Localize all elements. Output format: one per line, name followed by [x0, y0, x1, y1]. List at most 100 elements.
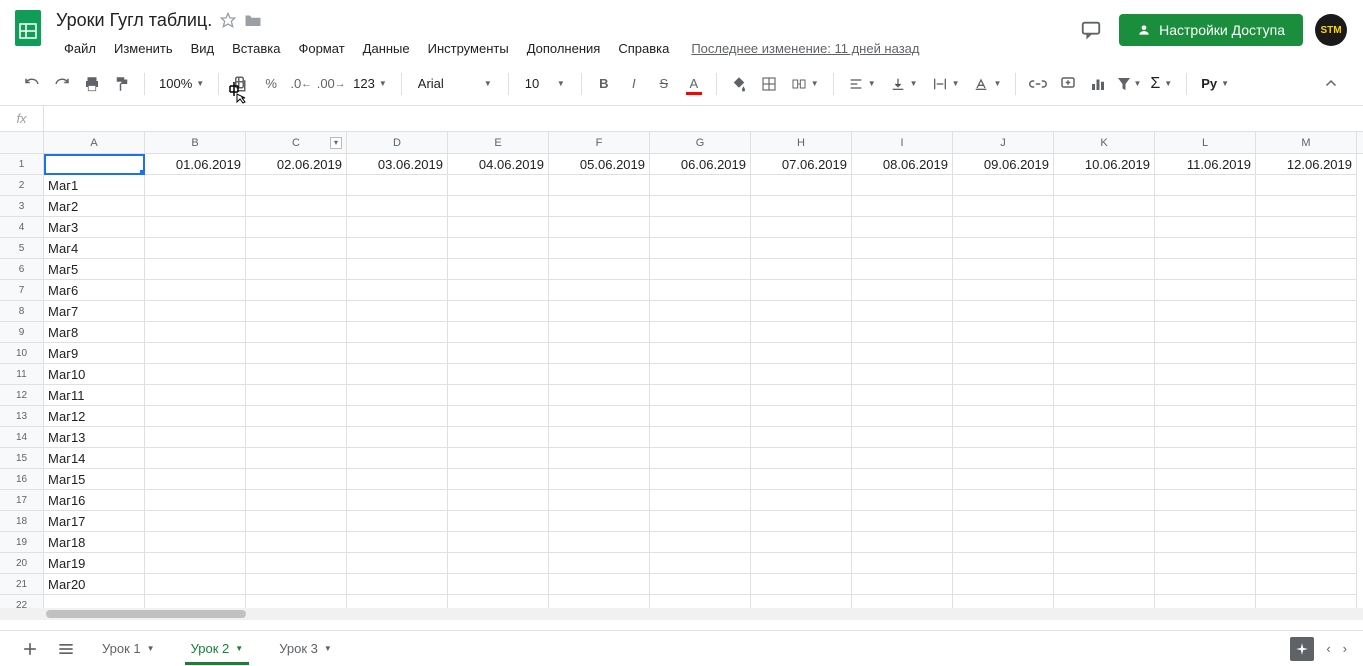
sheet-tab-2[interactable]: Урок 2▼ — [177, 633, 258, 664]
cell[interactable] — [1155, 322, 1256, 343]
cell[interactable] — [1054, 343, 1155, 364]
cell[interactable] — [448, 427, 549, 448]
cell[interactable] — [448, 280, 549, 301]
cell[interactable] — [953, 259, 1054, 280]
cell[interactable] — [1054, 238, 1155, 259]
cell[interactable] — [1155, 427, 1256, 448]
cell[interactable] — [953, 280, 1054, 301]
cell[interactable] — [852, 553, 953, 574]
cell[interactable] — [549, 364, 650, 385]
cell[interactable] — [751, 469, 852, 490]
cell[interactable] — [246, 595, 347, 608]
cell[interactable] — [347, 259, 448, 280]
cell[interactable] — [751, 322, 852, 343]
cell[interactable] — [1256, 385, 1357, 406]
cell[interactable] — [1054, 511, 1155, 532]
cell[interactable]: Маг13 — [44, 427, 145, 448]
cell[interactable]: Маг14 — [44, 448, 145, 469]
cell[interactable] — [650, 595, 751, 608]
cell[interactable] — [1155, 301, 1256, 322]
cell[interactable] — [246, 511, 347, 532]
cell[interactable] — [751, 406, 852, 427]
cell[interactable] — [44, 154, 145, 175]
cell[interactable] — [246, 490, 347, 511]
cell[interactable] — [1155, 196, 1256, 217]
cell[interactable] — [953, 595, 1054, 608]
cell[interactable] — [650, 175, 751, 196]
cell[interactable]: 12.06.2019 — [1256, 154, 1357, 175]
align-h-button[interactable]: ▼ — [842, 76, 882, 92]
share-button[interactable]: Настройки Доступа — [1119, 14, 1303, 46]
cell[interactable] — [448, 175, 549, 196]
row-header[interactable]: 15 — [0, 448, 44, 469]
cell[interactable] — [448, 553, 549, 574]
cell[interactable] — [448, 469, 549, 490]
cell[interactable] — [751, 217, 852, 238]
cell[interactable]: Маг9 — [44, 343, 145, 364]
cell[interactable] — [751, 238, 852, 259]
cell[interactable] — [145, 175, 246, 196]
currency-button[interactable] — [227, 70, 255, 98]
cell[interactable] — [448, 343, 549, 364]
cell[interactable] — [1256, 595, 1357, 608]
cell[interactable] — [1054, 427, 1155, 448]
sheets-logo[interactable] — [8, 8, 48, 48]
cell[interactable] — [1155, 511, 1256, 532]
cell[interactable] — [852, 532, 953, 553]
cell[interactable] — [549, 553, 650, 574]
merge-cells-button[interactable]: ▼ — [785, 76, 825, 92]
col-header-H[interactable]: H — [751, 132, 852, 153]
menu-file[interactable]: Файл — [56, 37, 104, 60]
cell[interactable] — [1054, 406, 1155, 427]
cell[interactable] — [448, 574, 549, 595]
cell[interactable]: 06.06.2019 — [650, 154, 751, 175]
row-header[interactable]: 11 — [0, 364, 44, 385]
col-header-G[interactable]: G — [650, 132, 751, 153]
cell[interactable] — [347, 280, 448, 301]
cell[interactable]: Маг15 — [44, 469, 145, 490]
cell[interactable] — [448, 385, 549, 406]
horizontal-scrollbar[interactable] — [0, 608, 1363, 620]
cell[interactable] — [852, 469, 953, 490]
cell[interactable] — [145, 532, 246, 553]
cell[interactable]: Маг5 — [44, 259, 145, 280]
cell[interactable] — [246, 406, 347, 427]
cell[interactable] — [145, 385, 246, 406]
italic-button[interactable]: I — [620, 70, 648, 98]
cell[interactable] — [650, 469, 751, 490]
cell[interactable] — [852, 322, 953, 343]
cell[interactable] — [246, 238, 347, 259]
cell[interactable] — [549, 238, 650, 259]
borders-button[interactable] — [755, 70, 783, 98]
cell[interactable] — [852, 175, 953, 196]
cell[interactable] — [549, 175, 650, 196]
cell[interactable] — [650, 490, 751, 511]
increase-decimal-button[interactable]: .00→ — [317, 70, 345, 98]
menu-help[interactable]: Справка — [610, 37, 677, 60]
cell[interactable] — [953, 175, 1054, 196]
scroll-right-icon[interactable]: › — [1343, 641, 1347, 656]
cell[interactable] — [448, 322, 549, 343]
row-header[interactable]: 22 — [0, 595, 44, 608]
cell[interactable] — [852, 301, 953, 322]
cell[interactable]: 03.06.2019 — [347, 154, 448, 175]
cell[interactable] — [852, 259, 953, 280]
row-header[interactable]: 13 — [0, 406, 44, 427]
cell[interactable]: Маг20 — [44, 574, 145, 595]
folder-icon[interactable] — [244, 12, 262, 28]
cell[interactable]: 02.06.2019 — [246, 154, 347, 175]
cell[interactable] — [1155, 490, 1256, 511]
doc-title[interactable]: Уроки Гугл таблиц. — [56, 10, 212, 31]
cell[interactable] — [145, 364, 246, 385]
cell[interactable] — [549, 511, 650, 532]
cell[interactable]: Маг7 — [44, 301, 145, 322]
cell[interactable] — [549, 322, 650, 343]
cell[interactable] — [347, 196, 448, 217]
cell[interactable] — [1155, 259, 1256, 280]
more-formats-button[interactable]: 123▼ — [347, 76, 393, 91]
cell[interactable] — [1256, 532, 1357, 553]
filter-button[interactable]: ▼ — [1114, 70, 1142, 98]
cell[interactable] — [145, 553, 246, 574]
cell[interactable] — [1155, 553, 1256, 574]
cell[interactable] — [1155, 595, 1256, 608]
